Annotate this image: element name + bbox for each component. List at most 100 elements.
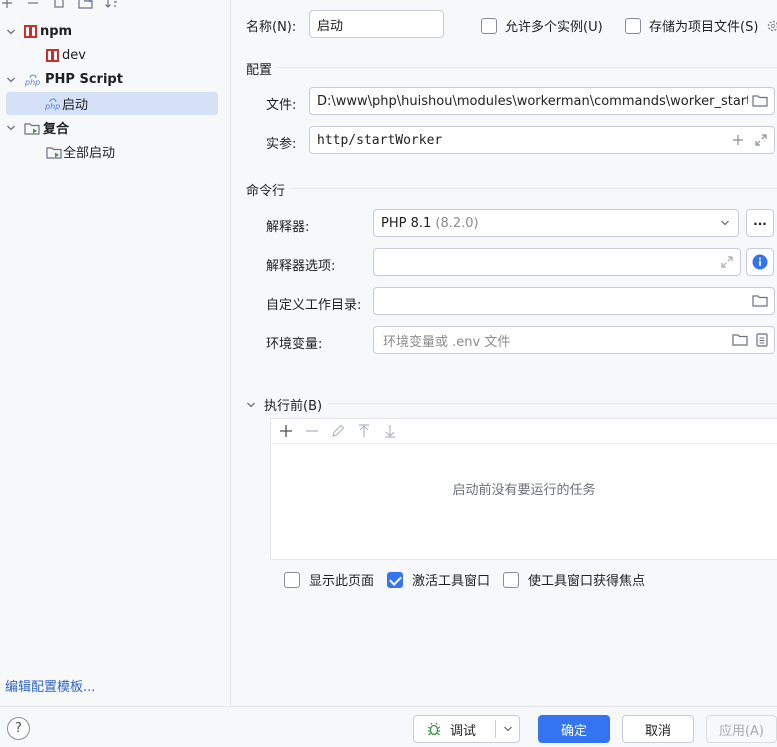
remove-icon[interactable]: [26, 0, 42, 10]
section-divider: [328, 403, 777, 404]
bottom-divider: [0, 706, 777, 707]
interpreter-select[interactable]: PHP 8.1 (8.2.0): [373, 209, 739, 237]
allow-multiple-checkbox[interactable]: 允许多个实例(U): [481, 16, 603, 35]
sort-icon[interactable]: [104, 0, 120, 10]
env-input[interactable]: 环境变量或 .env 文件: [373, 326, 775, 354]
add-icon[interactable]: [278, 423, 294, 439]
name-input[interactable]: 启动: [309, 10, 444, 38]
focus-tool-window-checkbox[interactable]: 使工具窗口获得焦点: [503, 570, 645, 589]
interpreter-options-input[interactable]: [373, 248, 741, 276]
add-icon[interactable]: [732, 134, 744, 146]
tree-node-php-script[interactable]: php PHP Script: [6, 68, 218, 91]
move-up-icon[interactable]: [356, 423, 372, 439]
chevron-down-icon[interactable]: [503, 724, 513, 734]
tree-node-label: 全部启动: [63, 146, 116, 161]
chevron-down-icon[interactable]: [6, 123, 16, 133]
folder-icon[interactable]: [752, 294, 768, 308]
tree-node-start[interactable]: php 启动: [6, 92, 218, 115]
ok-button[interactable]: 确定: [538, 715, 610, 743]
interpreter-more-button[interactable]: ...: [746, 209, 774, 237]
args-input[interactable]: http/startWorker: [309, 126, 775, 154]
cancel-label: 取消: [644, 723, 671, 739]
help-button[interactable]: ?: [7, 717, 30, 740]
move-down-icon[interactable]: [382, 423, 398, 439]
apply-button[interactable]: 应用(A): [706, 715, 777, 743]
folder-icon[interactable]: [752, 94, 768, 108]
before-launch-header[interactable]: 执行前(B): [246, 395, 322, 414]
compound-icon: [46, 146, 62, 159]
gear-icon[interactable]: [766, 19, 777, 33]
show-page-checkbox[interactable]: 显示此页面: [284, 570, 374, 589]
folder-icon[interactable]: [732, 333, 748, 347]
add-icon[interactable]: [0, 0, 16, 10]
compound-icon: [24, 122, 40, 135]
checkbox-box[interactable]: [625, 17, 641, 34]
tree-node-dev[interactable]: dev: [6, 44, 218, 67]
chevron-down-icon[interactable]: [6, 75, 16, 85]
split-divider: [495, 720, 496, 738]
help-icon: ?: [15, 721, 22, 736]
section-divider: [278, 67, 777, 68]
config-section-title: 配置: [246, 63, 273, 78]
focus-tool-window-label: 使工具窗口获得焦点: [528, 574, 646, 589]
checkbox-box[interactable]: [284, 571, 300, 588]
chevron-down-icon[interactable]: [246, 400, 256, 410]
activate-tool-window-checkbox[interactable]: 激活工具窗口: [387, 570, 490, 589]
info-icon: [752, 254, 768, 270]
edit-icon[interactable]: [330, 423, 346, 439]
debug-label: 调试: [450, 723, 477, 739]
remove-icon[interactable]: [304, 423, 320, 439]
tree-node-label: 启动: [62, 98, 89, 113]
svg-text:php: php: [44, 102, 60, 111]
cancel-button[interactable]: 取消: [622, 715, 694, 743]
args-value: http/startWorker: [317, 132, 443, 148]
info-button[interactable]: [746, 248, 774, 276]
file-input[interactable]: D:\www\php\huishou\modules\workerman\com…: [309, 87, 775, 115]
store-as-file-checkbox[interactable]: 存储为项目文件(S): [625, 16, 777, 35]
npm-icon: [46, 49, 59, 62]
store-as-file-label: 存储为项目文件(S): [649, 20, 759, 35]
ok-label: 确定: [560, 723, 587, 739]
workdir-input[interactable]: [373, 287, 775, 315]
npm-icon: [24, 25, 37, 38]
file-label: 文件:: [266, 98, 297, 113]
expand-icon[interactable]: [754, 133, 768, 147]
list-icon[interactable]: [756, 333, 768, 347]
checkbox-box[interactable]: [481, 17, 497, 34]
env-placeholder: 环境变量或 .env 文件: [383, 334, 511, 350]
checkbox-box[interactable]: [387, 571, 403, 588]
tree-node-all-start[interactable]: 全部启动: [6, 140, 218, 163]
tree-node-label: dev: [62, 48, 86, 63]
debug-button[interactable]: 调试: [413, 715, 520, 743]
chevron-down-icon[interactable]: [6, 27, 16, 37]
section-divider: [290, 188, 777, 189]
chevron-down-icon[interactable]: [720, 218, 730, 228]
before-launch-empty-text: 启动前没有要运行的任务: [452, 483, 596, 498]
svg-text:php: php: [24, 78, 40, 87]
interpreter-label: 解释器:: [266, 220, 310, 235]
bug-icon: [427, 722, 441, 736]
name-label: 名称(N):: [246, 20, 297, 35]
tree-node-compound[interactable]: 复合: [6, 116, 218, 139]
before-launch-title: 执行前(B): [264, 399, 323, 414]
copy-icon[interactable]: [52, 0, 68, 10]
name-value: 启动: [317, 18, 344, 34]
configurations-tree-panel: npm dev php PHP Script php 启动 复合 全部启动 编辑…: [0, 0, 231, 706]
new-folder-icon[interactable]: [78, 0, 94, 10]
file-value: D:\www\php\huishou\modules\workerman\com…: [317, 93, 748, 109]
tree-node-label: 复合: [43, 122, 70, 137]
interpreter-name: PHP 8.1: [381, 215, 432, 231]
before-launch-toolbar: [271, 419, 777, 444]
apply-label: 应用(A): [718, 723, 765, 739]
tree-node-npm[interactable]: npm: [6, 20, 218, 43]
tree-node-label: npm: [40, 24, 73, 39]
expand-icon[interactable]: [720, 255, 734, 269]
before-launch-task-list: 启动前没有要运行的任务: [270, 418, 777, 560]
show-page-label: 显示此页面: [309, 574, 375, 589]
more-label: ...: [753, 214, 767, 228]
interpreter-version: (8.2.0): [435, 215, 479, 231]
checkbox-box[interactable]: [503, 571, 519, 588]
php-icon: php: [24, 74, 40, 87]
activate-tool-window-label: 激活工具窗口: [412, 574, 491, 589]
edit-config-templates-link[interactable]: 编辑配置模板...: [5, 676, 95, 695]
